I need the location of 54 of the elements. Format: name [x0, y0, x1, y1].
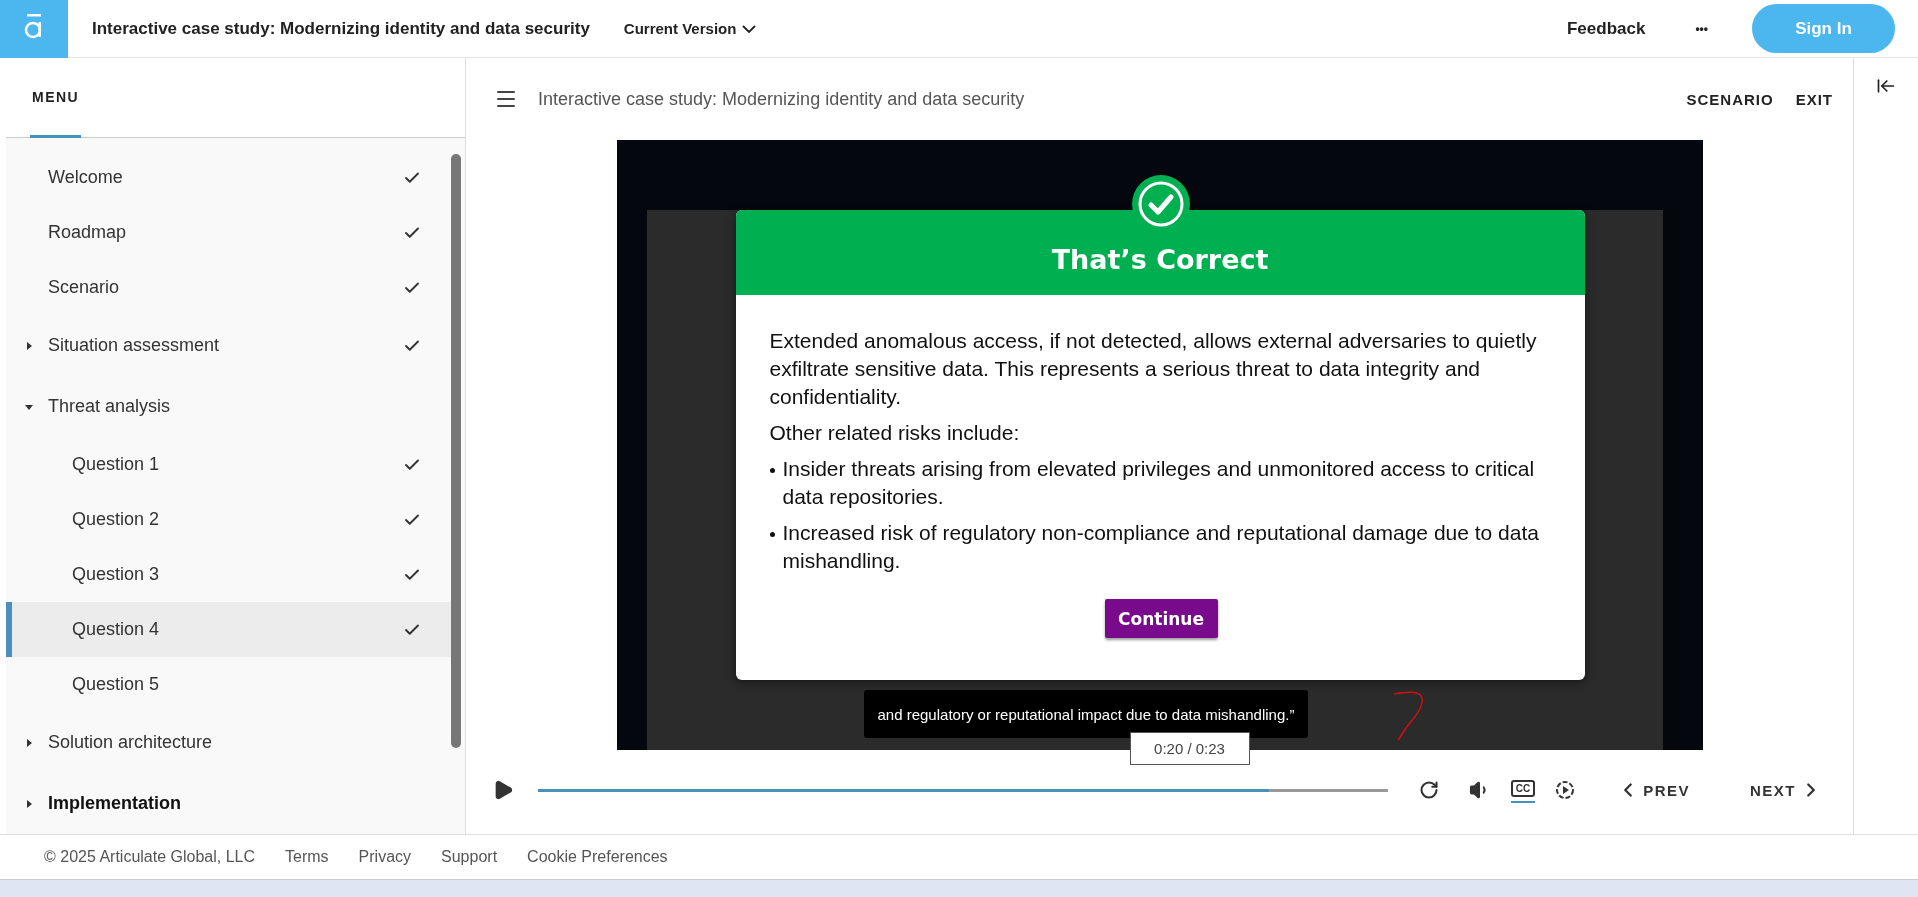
menu-item[interactable]: Question 2: [6, 492, 451, 547]
menu-item[interactable]: Question 5: [6, 657, 451, 712]
replay-icon: [1418, 780, 1439, 800]
menu-item-label: Question 3: [72, 564, 161, 585]
menu-item-label: Solution architecture: [48, 732, 214, 753]
menu-item-label: Welcome: [48, 167, 124, 188]
course-title: Interactive case study: Modernizing identity and data security: [92, 18, 590, 39]
chevron-down-icon: [742, 24, 757, 33]
continue-button[interactable]: Continue: [1104, 599, 1218, 638]
menu-item[interactable]: Scenario: [6, 260, 451, 315]
menu-item[interactable]: Situation assessment: [6, 315, 451, 376]
caption-text: and regulatory or reputational impact due to data mishandling.”: [863, 690, 1309, 738]
dialog-text: Extended anomalous access, if not detected, allows external adversaries to quietly exfiltrate sensitive data. This represents a serious threat to data integrity and confidentiality.: [769, 328, 1538, 410]
menu-item[interactable]: Solution architecture: [6, 712, 451, 773]
header-link[interactable]: EXIT: [1795, 90, 1833, 108]
menu-item[interactable]: Question 1: [6, 437, 451, 492]
menu-item-label: Question 2: [72, 509, 161, 530]
dialog-text: Other related risks include:: [769, 420, 1020, 446]
menu-item-label: Situation assessment: [48, 335, 221, 356]
menu-item-label: Question 4: [72, 619, 161, 640]
autoplay-icon: [1555, 780, 1576, 800]
menu-item-label: Threat analysis: [48, 396, 172, 417]
menu-item[interactable]: Roadmap: [6, 205, 451, 260]
footer-link[interactable]: Support: [441, 848, 498, 866]
menu-item[interactable]: Threat analysis: [6, 376, 451, 437]
copyright-text: © 2025 Articulate Global, LLC: [44, 848, 256, 866]
dialog-title: That’s Correct: [1051, 244, 1269, 275]
bullet-text: Insider threats arising from elevated privileges and unmonitored access to critical data repositories.: [782, 456, 1536, 510]
menu-item-label: Scenario: [48, 277, 121, 298]
menu-item-label: Question 1: [72, 454, 161, 475]
more-button[interactable]: •••: [1685, 15, 1718, 42]
menu-item-label: Implementation: [48, 793, 182, 814]
menu-item[interactable]: Question 4: [6, 602, 451, 657]
time-tooltip: 0:20 / 0:23: [1129, 732, 1250, 765]
collapse-panel-icon[interactable]: [1876, 76, 1896, 96]
menu-item-label: Roadmap: [48, 222, 128, 243]
header-link[interactable]: SCENARIO: [1686, 90, 1774, 108]
lesson-title: Interactive case study: Modernizing identity and data security: [538, 88, 1026, 110]
menu-tab[interactable]: MENU: [30, 89, 82, 138]
footer-link[interactable]: Privacy: [358, 848, 412, 866]
menu-item[interactable]: Question 3: [6, 547, 451, 602]
menu-item-label: Question 5: [72, 674, 161, 695]
menu-item[interactable]: Welcome: [6, 150, 451, 205]
bullet-icon: [769, 532, 775, 537]
version-dropdown[interactable]: Current Version: [617, 19, 763, 38]
bullet-text: Increased risk of regulatory non-compliance and reputational damage due to data mishandling.: [782, 520, 1540, 574]
footer-link[interactable]: Terms: [285, 848, 329, 866]
feedback-button[interactable]: Feedback: [1556, 12, 1656, 45]
bullet-icon: [769, 468, 775, 473]
prev-button[interactable]: PREV: [1611, 778, 1696, 802]
menu-item[interactable]: Implementation: [6, 773, 451, 834]
footer-link[interactable]: Cookie Preferences: [527, 848, 668, 866]
scrollbar-thumb[interactable]: [451, 154, 461, 748]
next-button[interactable]: NEXT: [1744, 778, 1828, 802]
